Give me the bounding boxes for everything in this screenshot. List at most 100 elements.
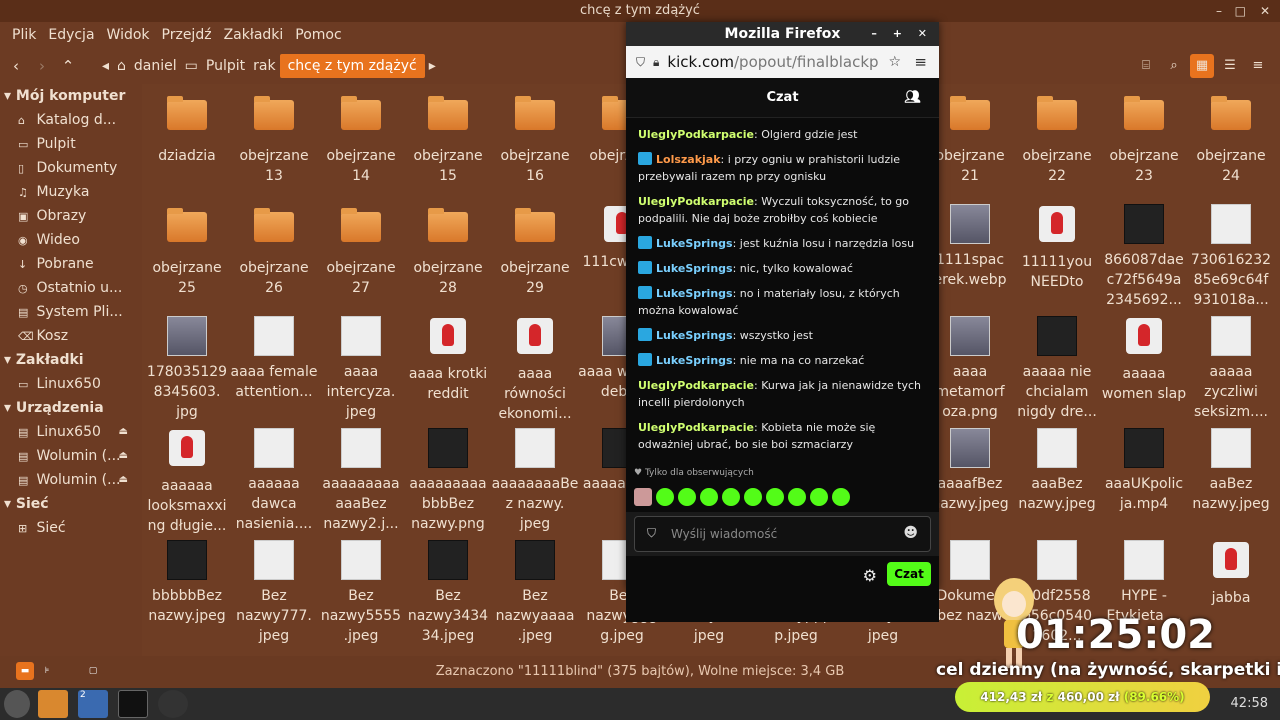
menu-edit[interactable]: Edycja [42,27,100,43]
emote-icon[interactable] [744,488,762,506]
sidebar-item-network[interactable]: ⊞ Sieć [0,516,142,540]
breadcrumb-current[interactable]: chcę z tym zdążyć [279,54,425,78]
close-icon[interactable]: ✕ [1260,0,1270,22]
file-item[interactable]: Bez nazwy777. jpeg [229,540,319,646]
minimize-icon[interactable]: – [1216,0,1222,22]
file-item[interactable]: aaaaaaaaBe z nazwy. jpeg [490,428,580,534]
file-item[interactable]: aaaaaa looksmaxxi ng długie... [142,428,232,536]
sidebar-item-device-1[interactable]: ▤ Linux650 ⏏ [0,420,142,444]
chat-username[interactable]: LukeSprings [656,354,733,367]
sidebar-item-downloads[interactable]: ↓ Pobrane [0,252,142,276]
emote-icon[interactable] [766,488,784,506]
sidebar-item-home[interactable]: ⌂ Katalog d... [0,108,142,132]
sidebar-item-desktop[interactable]: ▭ Pulpit [0,132,142,156]
file-item[interactable]: aaBez nazwy.jpeg [1186,428,1276,514]
sidebar-item-documents[interactable]: ▯ Dokumenty [0,156,142,180]
file-item[interactable]: aaaa równości ekonomi... [490,316,580,424]
breadcrumb-left-icon[interactable]: ◂ [98,54,113,78]
lock-icon[interactable]: 🔒︎ [653,55,659,70]
chat-input[interactable]: ⛉ Wyślij wiadomość ☻ [634,516,931,552]
eject-icon[interactable]: ⏏ [119,444,128,468]
file-item[interactable]: 11111you NEEDto [1012,204,1102,292]
file-item[interactable]: bbbbbBez nazwy.jpeg [142,540,232,626]
emoji-icon[interactable]: ☻ [903,525,918,541]
chat-username[interactable]: LukeSprings [656,287,733,300]
file-item[interactable]: aaaa krotki reddit [403,316,493,404]
sidebar-item-filesystem[interactable]: ▤ System Pli... [0,300,142,324]
window-controls[interactable]: – + ✕ [871,22,933,46]
file-item[interactable]: 730616232 85e69c64f 931018a... [1186,204,1276,310]
terminal-app-icon[interactable] [118,690,148,718]
sidebar-section-bookmarks[interactable]: ▾ Zakładki [0,348,142,372]
file-item[interactable]: aaaaaaaaa aaaBez nazwy2.j... [316,428,406,534]
file-item[interactable]: obejrzane 27 [316,204,406,298]
emote-icon[interactable] [700,488,718,506]
file-item[interactable]: aaaaa nie chcialam nigdy dre... [1012,316,1102,422]
file-item[interactable]: obejrzane 24 [1186,92,1276,186]
menu-go[interactable]: Przejdź [156,27,218,43]
menu-view[interactable]: Widok [101,27,156,43]
file-item[interactable]: 178035129 8345603. jpg [142,316,232,422]
breadcrumb-desktop[interactable]: Pulpit [202,54,249,78]
emote-icon[interactable] [722,488,740,506]
url-bar[interactable]: ⛉ 🔒︎ kick.com /popout/finalblackpil ☆ ≡ [626,46,939,78]
chat-username[interactable]: UlegIyPodkarpacie [638,195,754,208]
hamburger-menu-icon[interactable]: ≡ [914,53,927,71]
file-item[interactable]: jabba [1186,540,1276,608]
menu-bookmarks[interactable]: Zakładki [218,27,290,43]
file-item[interactable]: obejrzane 15 [403,92,493,186]
file-item[interactable]: aaaa female attention... [229,316,319,402]
chat-username[interactable]: Lolszakjak [656,153,721,166]
chat-username[interactable]: UlegIyPodkarpacie [638,128,754,141]
sidebar-section-devices[interactable]: ▾ Urządzenia [0,396,142,420]
bookmark-star-icon[interactable]: ☆ [888,54,901,70]
file-item[interactable]: obejrzane 23 [1099,92,1189,186]
emote-icon[interactable] [634,488,652,506]
users-icon[interactable]: 👥︎ [904,78,921,118]
file-item[interactable]: dziadzia [142,92,232,166]
sidebar-section-computer[interactable]: ▾ Mój komputer [0,84,142,108]
grid-view-icon[interactable]: ▦ [1190,54,1214,78]
sidebar-item-music[interactable]: ♫ Muzyka [0,180,142,204]
sidebar-item-pictures[interactable]: ▣ Obrazy [0,204,142,228]
chat-username[interactable]: UlegIyPodkarpacie [638,421,754,434]
file-item[interactable]: 866087dae c72f5649a 2345692... [1099,204,1189,310]
breadcrumb-home[interactable]: daniel [130,54,181,78]
file-item[interactable]: obejrzane 16 [490,92,580,186]
file-item[interactable]: aaaUKpolic ja.mp4 [1099,428,1189,514]
firefox-app-icon[interactable]: 2 [78,690,108,718]
gear-icon[interactable]: ⚙ [863,566,877,585]
file-item[interactable]: Bez nazwyaaaa .jpeg [490,540,580,646]
shield-icon[interactable]: ⛉ [636,55,645,70]
menu-icon[interactable] [4,690,30,718]
sidebar-item-bookmark[interactable]: ▭ Linux650 [0,372,142,396]
menu-help[interactable]: Pomoc [289,27,347,43]
menu-file[interactable]: Plik [6,27,42,43]
eject-icon[interactable]: ⏏ [119,468,128,492]
files-app-icon[interactable] [38,690,68,718]
search-icon[interactable]: ⌕ [1162,54,1186,78]
list-view-icon[interactable]: ☰ [1218,54,1242,78]
file-item[interactable]: Bez nazwy3434 34.jpeg [403,540,493,646]
up-icon[interactable]: ⌃ [56,54,80,78]
file-item[interactable]: obejrzane 13 [229,92,319,186]
file-item[interactable]: obejrzane 28 [403,204,493,298]
breadcrumb-rak[interactable]: rak [249,54,279,78]
sidebar-item-device-2[interactable]: ▤ Wolumin (... ⏏ [0,444,142,468]
sidebar-item-device-3[interactable]: ▤ Wolumin (... ⏏ [0,468,142,492]
file-item[interactable]: aaaaa women slap [1099,316,1189,404]
emote-icon[interactable] [788,488,806,506]
sidebar-item-recent[interactable]: ◷ Ostatnio u... [0,276,142,300]
file-item[interactable]: Bez nazwy5555 .jpeg [316,540,406,646]
send-chat-button[interactable]: Czat [887,562,931,586]
file-item[interactable]: obejrzane 25 [142,204,232,298]
file-item[interactable]: aaaaaaaaa bbbBez nazwy.png [403,428,493,534]
emote-icon[interactable] [678,488,696,506]
compact-view-icon[interactable]: ≡ [1246,54,1270,78]
file-item[interactable]: obejrzane 22 [1012,92,1102,186]
chat-username[interactable]: LukeSprings [656,329,733,342]
obs-app-icon[interactable] [158,690,188,718]
chat-username[interactable]: LukeSprings [656,262,733,275]
file-item[interactable]: obejrzane 14 [316,92,406,186]
file-item[interactable]: aaaaaa dawca nasienia.... [229,428,319,534]
